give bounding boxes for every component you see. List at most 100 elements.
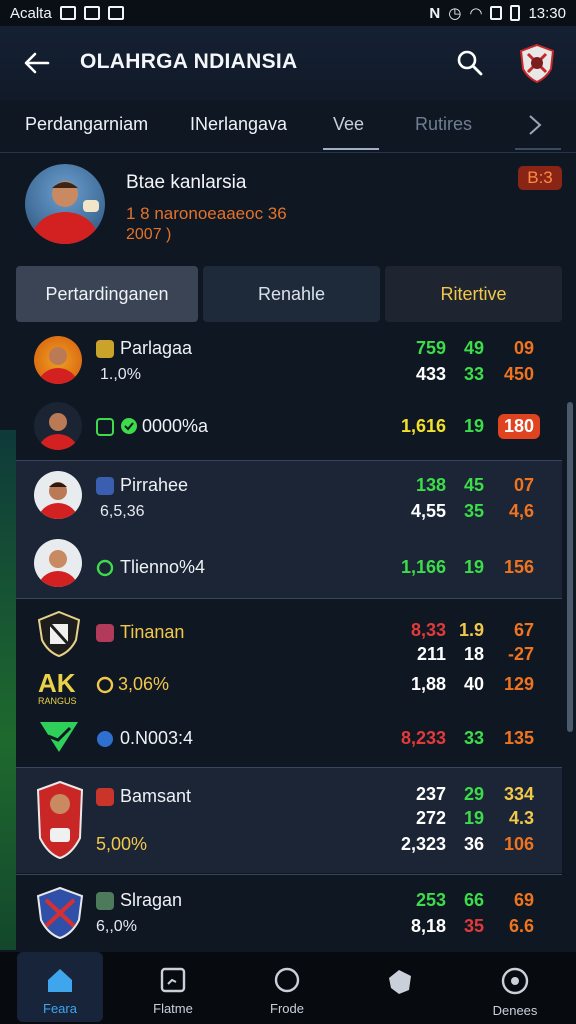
nav-label: Denees (492, 1003, 538, 1018)
stat-value: 334 (503, 784, 534, 804)
avatar (34, 402, 82, 450)
status-badge: B:3 (518, 166, 562, 190)
club-logo-icon (36, 886, 84, 940)
player-info: 1 8 naronoeaaeoc 36 (126, 204, 287, 223)
stat-value: 33 (463, 728, 484, 748)
list-item[interactable]: Tinanan 8,33 1.9 67 211 18 -27 (16, 602, 562, 668)
back-arrow-icon[interactable] (22, 48, 52, 78)
stat-value: 66 (463, 890, 484, 910)
signal-icon (490, 6, 503, 20)
stat-value: 18 (463, 644, 484, 664)
team-stat: 1.,0% (100, 366, 141, 383)
coin-icon (96, 676, 114, 694)
bottom-nav: Feara Flatme Frode Denees (0, 952, 576, 1024)
stat-value: 1,166 (400, 557, 446, 577)
stat-value: 36 (463, 834, 484, 854)
stat-value: 129 (503, 674, 534, 694)
club-badge-icon (96, 788, 114, 806)
stat-value: 433 (415, 364, 446, 384)
wifi-icon: ◠ (469, 5, 483, 22)
stat-value: 4,6 (508, 501, 534, 521)
list-item[interactable]: 0000%a 1,616 19 180 (16, 396, 562, 458)
list-item[interactable]: AK RANGUS 3,06% 1,88 40 129 (16, 668, 562, 712)
battery-icon (510, 5, 521, 21)
nav-match[interactable]: Flatme (130, 952, 216, 1022)
team-stat: 6,,0% (96, 918, 137, 935)
tab-inerlangava[interactable]: INerlangava (190, 114, 287, 135)
team-stat: 3,06% (118, 674, 170, 694)
stat-value: 138 (415, 475, 446, 495)
nav-bag[interactable] (357, 952, 443, 1022)
club-logo-icon (37, 610, 81, 658)
stat-value: 8,233 (400, 728, 446, 748)
home-icon (48, 969, 72, 992)
stat-value: 35 (463, 501, 484, 521)
nfc-icon: N (429, 4, 441, 22)
segment-ritertive[interactable]: Ritertive (385, 266, 562, 322)
club-badge-icon (96, 892, 114, 910)
notification-icon (83, 6, 100, 20)
stat-value: 40 (463, 674, 484, 694)
stat-value: 253 (415, 890, 446, 910)
stat-value: 8,33 (410, 620, 446, 640)
nav-home[interactable]: Feara (17, 952, 103, 1022)
team-stat: 5,00% (96, 834, 148, 854)
link-icon (96, 559, 114, 577)
stat-value: 33 (463, 364, 484, 384)
avatar (34, 471, 82, 519)
stat-value: 35 (463, 916, 484, 936)
list-item[interactable]: Bamsant 5,00% 237 29 334 272 19 4.3 2,32… (16, 768, 562, 873)
carrier-label: Acalta (10, 4, 52, 22)
team-name: Parlagaa (120, 338, 193, 358)
stat-value: 45 (463, 475, 484, 495)
nav-games[interactable]: Denees (472, 952, 558, 1022)
active-tab-indicator (323, 148, 379, 150)
tab-indicator (515, 148, 561, 150)
list-item[interactable]: Tlienno%4 1,166 19 156 (16, 535, 562, 593)
avatar (25, 164, 105, 244)
nav-label: Feara (43, 1001, 77, 1016)
segment-renahle[interactable]: Renahle (203, 266, 380, 322)
stat-value: 1,88 (410, 674, 446, 694)
match-icon (160, 967, 186, 993)
club-logo-icon (36, 780, 84, 860)
circle-icon (274, 967, 300, 993)
club-badge-icon (96, 340, 114, 358)
avatar (34, 336, 82, 384)
alarm-icon: ◷ (448, 5, 462, 22)
stat-value: 8,18 (410, 916, 446, 936)
stat-value: 211 (416, 644, 446, 664)
stat-value: 272 (415, 808, 446, 828)
notification-icon (59, 6, 76, 20)
stat-value: 09 (513, 338, 534, 358)
tab-vee[interactable]: Vee (333, 114, 364, 135)
club-logo-text: AK (38, 668, 76, 698)
globe-icon (97, 731, 113, 747)
stat-value: 19 (463, 557, 484, 577)
page-title: OLAHRGA NDIANSIA (80, 50, 298, 73)
bag-icon (389, 970, 411, 994)
stat-value: 67 (513, 620, 534, 640)
tab-rutires[interactable]: Rutires (415, 114, 472, 135)
nav-label: Flatme (153, 1001, 193, 1016)
app-bar: OLAHRGA NDIANSIA (0, 26, 576, 100)
team-name: 0.N003:4 (120, 728, 194, 748)
tab-perdangarniam[interactable]: Perdangarniam (25, 114, 148, 135)
stat-value: 19 (463, 808, 484, 828)
stat-value: 237 (415, 784, 446, 804)
list-item[interactable]: 0.N003:4 8,233 33 135 (16, 712, 562, 766)
chevron-right-icon[interactable] (526, 114, 544, 136)
search-icon[interactable] (455, 48, 485, 78)
list-item[interactable]: Slragan 6,,0% 253 66 69 8,18 35 6.6 (16, 878, 562, 948)
club-crest-icon[interactable] (516, 42, 558, 84)
club-badge-icon (96, 477, 114, 495)
list-item[interactable]: Pirrahee 6,5,36 138 45 07 4,55 35 4,6 (16, 467, 562, 529)
scrollbar[interactable] (567, 402, 573, 732)
team-name: Tinanan (120, 622, 185, 642)
nav-frode[interactable]: Frode (244, 952, 330, 1022)
mail-icon (107, 6, 124, 20)
stat-value: 759 (415, 338, 446, 358)
list-item[interactable]: Parlagaa 1.,0% 759 49 09 433 33 450 (16, 330, 562, 392)
segment-pertardinganen[interactable]: Pertardinganen (16, 266, 198, 322)
stat-value: 07 (513, 475, 534, 495)
